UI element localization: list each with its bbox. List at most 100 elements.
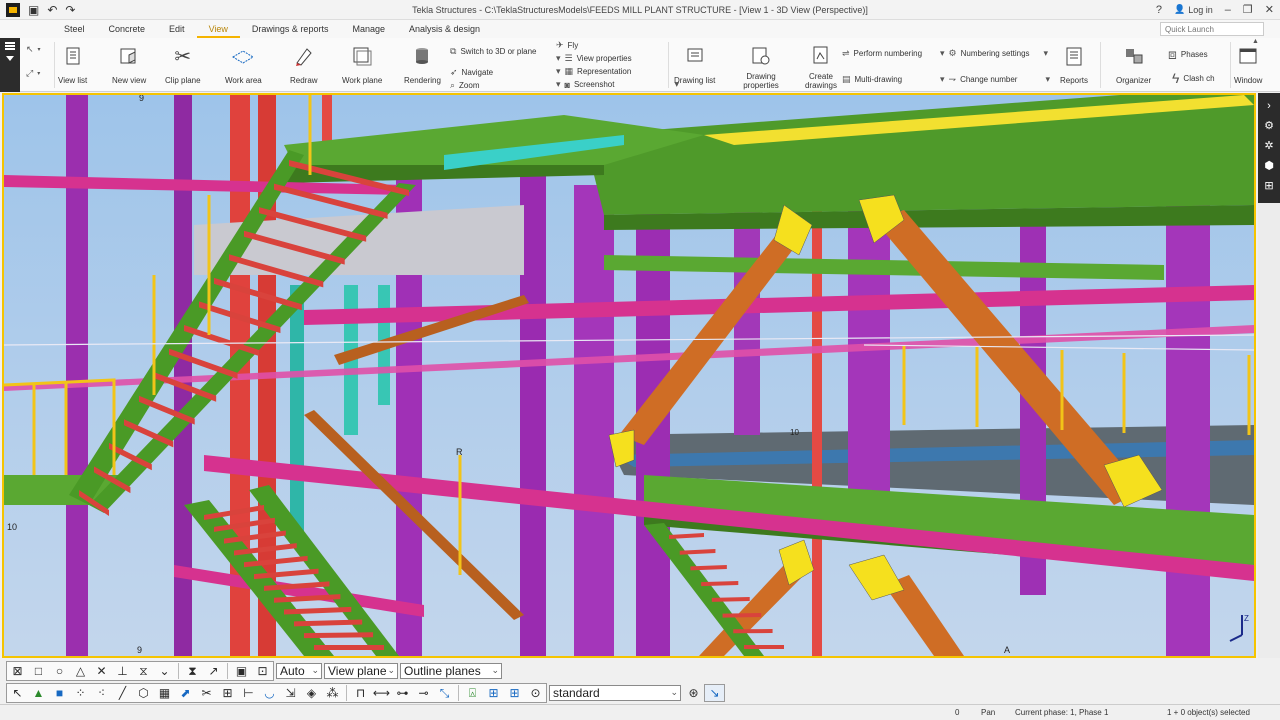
select-surface-icon[interactable]: ■ [49, 684, 70, 702]
redraw-button[interactable]: Redraw [290, 42, 318, 85]
snap-extension-icon[interactable]: ⧖ [133, 662, 154, 680]
tab-steel[interactable]: Steel [52, 20, 97, 38]
select-layers-icon[interactable]: ◈ [301, 684, 322, 702]
status-phase[interactable]: Current phase: 1, Phase 1 [1015, 708, 1108, 717]
select-details-icon[interactable]: ⊸ [413, 684, 434, 702]
select-welds-icon[interactable]: ⬈ [175, 684, 196, 702]
minimize-button[interactable]: – [1225, 4, 1231, 16]
tab-analysis-design[interactable]: Analysis & design [397, 20, 492, 38]
tab-edit[interactable]: Edit [157, 20, 197, 38]
catalog-icon[interactable]: ⬢ [1262, 159, 1276, 173]
select-component-icon[interactable]: ⤡ [434, 684, 455, 702]
select-reinforcing-icon[interactable]: ◡ [259, 684, 280, 702]
select-by-pick-icon[interactable]: ↘ [704, 684, 725, 702]
rendering-button[interactable]: Rendering [404, 42, 441, 85]
create-drawings-button[interactable]: Create drawings [798, 42, 844, 90]
tab-drawings-reports[interactable]: Drawings & reports [240, 20, 341, 38]
clash-check-button[interactable]: ϟ Clash ch [1172, 70, 1215, 86]
reports-button[interactable]: Reports [1060, 42, 1088, 85]
select-assemblies-icon[interactable]: ⍓ [462, 684, 483, 702]
fly-button[interactable]: ✈ Fly [556, 40, 578, 51]
tab-view[interactable]: View [196, 20, 240, 38]
undo-icon[interactable]: ↶ [47, 3, 57, 17]
select-reference-models-icon[interactable]: ⁂ [322, 684, 343, 702]
select-grid-icon[interactable]: ⁖ [91, 684, 112, 702]
view-properties-button[interactable]: ▾ ☰ View properties [556, 53, 632, 64]
select-objects-in-components-icon[interactable]: ⊓ [350, 684, 371, 702]
select-loads-icon[interactable]: ⇲ [280, 684, 301, 702]
snap-perpendicular-icon[interactable]: ⊥ [112, 662, 133, 680]
change-number-button[interactable]: ▾ ⇁ Change number ▾ [940, 74, 1050, 85]
select-nested-icon[interactable]: ⊞ [504, 684, 525, 702]
snap-tool-button[interactable]: ⤢ ▾ [26, 68, 40, 79]
redo-icon[interactable]: ↷ [65, 3, 75, 17]
dropdown-arrow-icon[interactable] [6, 56, 14, 61]
phases-button[interactable]: ⧈ Phases [1168, 46, 1208, 63]
representation-button[interactable]: ▾ ▦ Representation [556, 66, 631, 77]
zoom-button[interactable]: ⌕ Zoom [450, 80, 480, 91]
plane-select[interactable]: View plane ⌄ [324, 663, 398, 679]
properties-icon[interactable]: ⚙ [1262, 119, 1276, 133]
collapse-ribbon-button[interactable]: ▲ [1252, 38, 1259, 45]
select-bolts-icon[interactable]: ▦ [154, 684, 175, 702]
help-button[interactable]: ? [1156, 4, 1162, 16]
perform-numbering-button[interactable]: ⇌ Perform numbering [842, 48, 922, 59]
filter-settings-icon[interactable]: ⊛ [683, 684, 704, 702]
tab-concrete[interactable]: Concrete [97, 20, 158, 38]
select-connections-icon[interactable]: ⟷ [371, 684, 392, 702]
expand-side-pane-icon[interactable]: › [1262, 99, 1276, 113]
grid-label: 9 [137, 645, 142, 655]
outline-planes-select[interactable]: Outline planes ⌄ [400, 663, 502, 679]
snap-free-icon[interactable]: ⊡ [252, 662, 273, 680]
login-link[interactable]: 👤 Log in [1174, 4, 1213, 15]
select-all-icon[interactable]: ↖ [7, 684, 28, 702]
window-menu-button[interactable]: Window [1234, 42, 1262, 85]
3d-model-viewport[interactable]: 9 10 R 9 A 10 Z [2, 93, 1256, 658]
new-view-button[interactable]: New view [112, 42, 146, 85]
close-button[interactable]: ✕ [1265, 3, 1274, 16]
select-cuts-icon[interactable]: ✂ [196, 684, 217, 702]
model-canvas[interactable]: 9 10 R 9 A 10 Z [4, 95, 1254, 656]
snap-object-icon[interactable]: ▣ [231, 662, 252, 680]
restore-button[interactable]: ❐ [1243, 3, 1253, 16]
clip-plane-button[interactable]: ✂ Clip plane [165, 42, 201, 86]
snap-intersections-icon[interactable]: ✕ [91, 662, 112, 680]
snap-centers-icon[interactable]: ○ [49, 662, 70, 680]
snap-geometry-lines-icon[interactable]: □ [28, 662, 49, 680]
select-assembly-objects-icon[interactable]: ⊞ [483, 684, 504, 702]
drawing-properties-button[interactable]: Drawing properties [736, 42, 786, 90]
view-list-button[interactable]: View list [58, 42, 87, 85]
select-views-icon[interactable]: ⊞ [217, 684, 238, 702]
select-assembly-icon[interactable]: ⬡ [133, 684, 154, 702]
work-area-button[interactable]: Work area [225, 42, 262, 85]
select-filter-search-icon[interactable]: ⊙ [525, 684, 546, 702]
drawing-list-button[interactable]: Drawing list [674, 42, 715, 85]
navigate-button[interactable]: ➶ Navigate [450, 67, 493, 78]
snap-depth-select[interactable]: Auto ⌄ [276, 663, 322, 679]
select-points-icon[interactable]: ⁘ [70, 684, 91, 702]
snap-reference-lines-icon[interactable]: ⊠ [7, 662, 28, 680]
select-gridline-icon[interactable]: ╱ [112, 684, 133, 702]
switch-3d-button[interactable]: ⧉ Switch to 3D or plane [450, 46, 536, 57]
work-plane-button[interactable]: Work plane [342, 42, 382, 85]
select-components-icon[interactable]: ⊢ [238, 684, 259, 702]
select-parts-icon[interactable]: ▲ [28, 684, 49, 702]
screenshot-button[interactable]: ▾ ◙ Screenshot ▾ [556, 79, 679, 90]
applications-icon[interactable]: ⊞ [1262, 179, 1276, 193]
select-tool-button[interactable]: ↖ ▾ [26, 44, 41, 55]
save-icon[interactable]: ▣ [28, 3, 39, 17]
multi-drawing-button[interactable]: ▤ Multi-drawing [842, 74, 902, 85]
snap-midpoints-icon[interactable]: △ [70, 662, 91, 680]
quick-launch-input[interactable] [1160, 22, 1264, 36]
settings-icon[interactable]: ✲ [1262, 139, 1276, 153]
snap-nearest-icon[interactable]: ⧗ [182, 662, 203, 680]
snap-line-icon[interactable]: ↗ [203, 662, 224, 680]
select-seams-icon[interactable]: ⊶ [392, 684, 413, 702]
tekla-logo-icon[interactable] [6, 2, 20, 17]
selection-filter-select[interactable]: standard ⌄ [549, 685, 681, 701]
tab-manage[interactable]: Manage [340, 20, 397, 38]
organizer-button[interactable]: Organizer [1116, 42, 1151, 85]
snap-any-position-icon[interactable]: ⌄ [154, 662, 175, 680]
numbering-settings-button[interactable]: ▾ ⚙ Numbering settings ▾ [940, 48, 1048, 59]
hamburger-menu-icon[interactable] [5, 42, 15, 50]
